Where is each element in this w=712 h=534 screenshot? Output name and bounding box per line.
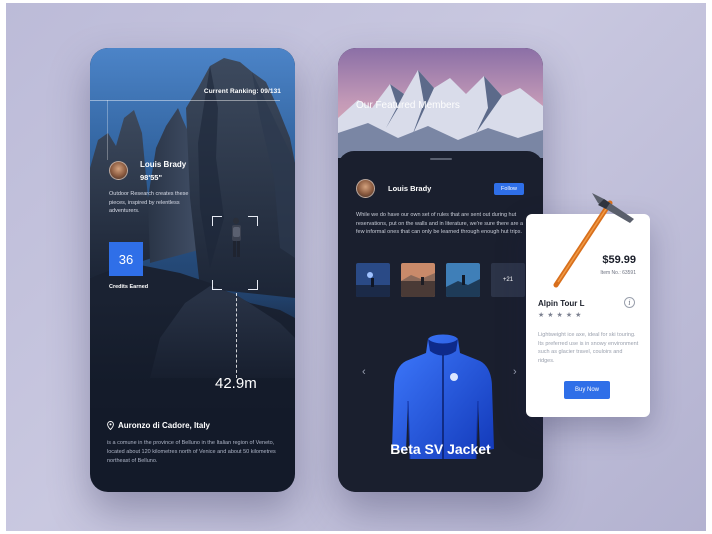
credits-badge: 36 — [109, 242, 143, 276]
buy-now-button[interactable]: Buy Now — [564, 381, 610, 399]
avatar[interactable] — [109, 161, 128, 180]
current-ranking: Current Ranking: 09/131 — [203, 88, 281, 95]
product-name: Beta SV Jacket — [390, 441, 491, 457]
gallery-thumbnail[interactable] — [356, 263, 390, 297]
drag-handle[interactable] — [430, 158, 452, 160]
focus-bracket — [212, 216, 222, 226]
rating-stars: ★★★★★ — [538, 312, 585, 319]
chevron-left-icon[interactable]: ‹ — [362, 366, 366, 378]
featured-members-title: Our Featured Members — [356, 100, 460, 111]
member-detail-sheet: Louis Brady Follow While we do have our … — [338, 151, 543, 492]
height-value: 42.9m — [215, 375, 257, 392]
member-time: 98'55" — [140, 173, 163, 182]
gallery-thumbnail[interactable] — [401, 263, 435, 297]
product-title: Alpin Tour L — [538, 299, 585, 308]
gallery-thumbnail[interactable] — [446, 263, 480, 297]
credits-label: Credits Earned — [109, 284, 149, 290]
featured-members-screen: Our Featured Members Louis Brady Follow … — [338, 48, 543, 492]
product-description: Lightweight ice axe, ideal for ski touri… — [538, 332, 639, 364]
follow-button[interactable]: Follow — [494, 183, 524, 195]
info-icon[interactable]: i — [624, 297, 635, 308]
dribbble-shot-canvas: Current Ranking: 09/131 Louis Brady 98'5… — [6, 3, 706, 531]
location-heading: Auronzo di Cadore, Italy — [107, 421, 210, 430]
height-guide-line — [236, 293, 237, 378]
chevron-right-icon[interactable]: › — [513, 366, 517, 378]
focus-bracket — [248, 280, 258, 290]
gallery-more-thumbnail[interactable]: +21 — [491, 263, 525, 297]
ice-axe-product-image — [553, 193, 634, 288]
climber-profile-screen: Current Ranking: 09/131 Louis Brady 98'5… — [90, 48, 295, 492]
avatar[interactable] — [356, 179, 375, 198]
member-name: Louis Brady — [388, 184, 432, 193]
member-description: While we do have our own set of rules th… — [356, 212, 524, 235]
location-name: Auronzo di Cadore, Italy — [118, 421, 211, 430]
member-description: Outdoor Research creates these pieces, i… — [109, 191, 189, 214]
member-name: Louis Brady — [140, 160, 187, 169]
focus-bracket — [212, 280, 222, 290]
map-pin-icon — [107, 421, 114, 430]
focus-bracket — [248, 216, 258, 226]
location-description: is a comune in the province of Belluno i… — [107, 440, 276, 464]
